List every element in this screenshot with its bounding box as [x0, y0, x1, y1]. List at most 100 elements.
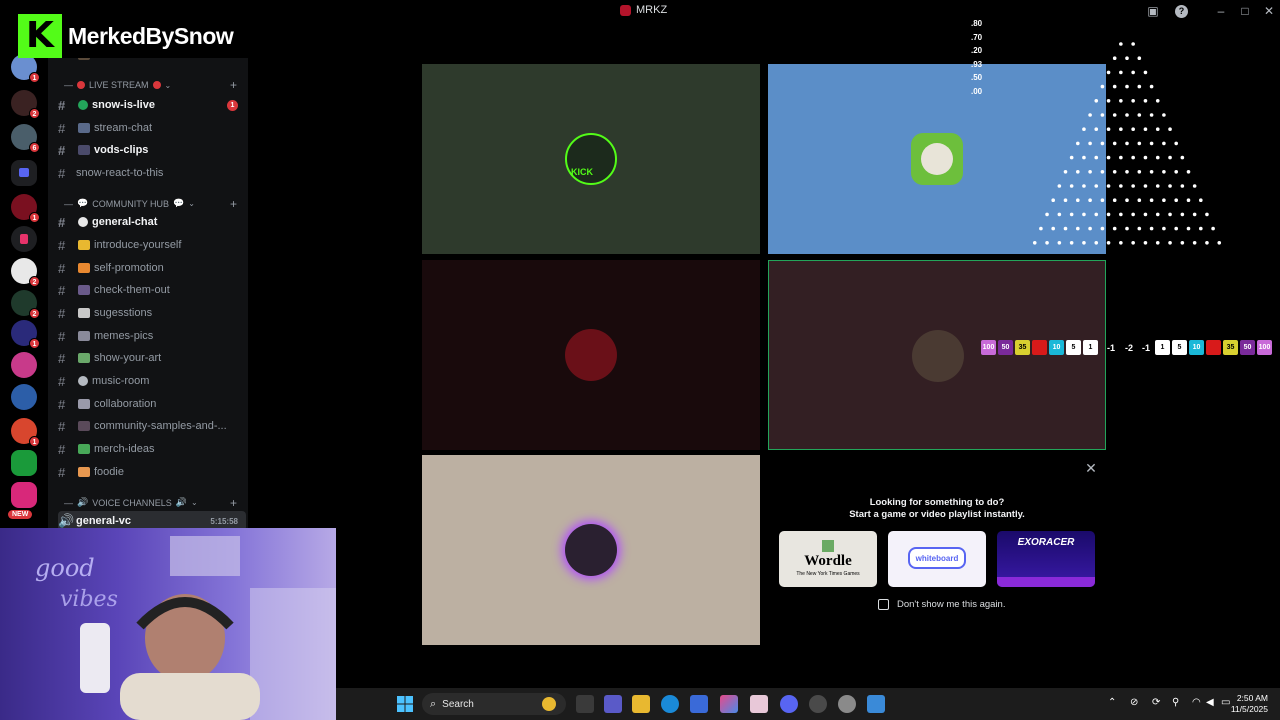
overlay-dot — [1143, 99, 1148, 103]
channel-item[interactable]: # self-promotion — [58, 258, 246, 278]
channel-item[interactable]: # introduce-yourself — [58, 235, 246, 255]
add-channel-icon[interactable]: + — [230, 78, 237, 92]
server-icon[interactable]: 6 — [11, 124, 40, 153]
volume-icon[interactable]: ◀ — [1206, 697, 1214, 708]
maximize-button[interactable]: □ — [1237, 3, 1253, 19]
channel-item[interactable]: # collaboration — [58, 394, 246, 414]
voice-participant-tile[interactable] — [422, 455, 760, 645]
overlay-dot — [1112, 226, 1117, 231]
windows-start-icon[interactable] — [396, 695, 414, 713]
kick-logo-icon: K — [18, 14, 62, 58]
overlay-dot — [1180, 212, 1185, 217]
server-icon[interactable]: 2 — [11, 258, 40, 287]
activity-card-wordle[interactable]: Wordle The New York Times Games — [779, 531, 877, 587]
dont-show-checkbox[interactable]: Don't show me this again. — [878, 599, 1005, 610]
app-icon[interactable] — [750, 695, 768, 713]
overlay-dot — [1131, 155, 1135, 160]
voice-participant-tile-speaking[interactable] — [768, 260, 1106, 450]
webcam-feed: good vibes — [0, 528, 336, 720]
server-icon[interactable]: 1 — [11, 194, 40, 223]
notepad-icon[interactable] — [867, 695, 885, 713]
channel-snow-react-to-this[interactable]: # snow-react-to-this — [58, 163, 246, 183]
channel-item[interactable]: # community-samples-and-... — [58, 416, 246, 436]
overlay-dot — [1180, 184, 1185, 188]
overlay-dot — [1162, 113, 1166, 117]
taskbar-clock[interactable]: 2:50 AM 11/5/2025 — [1231, 693, 1268, 715]
overlay-tick-labels: .80 .70 .20 .93 .50 .00 — [971, 19, 983, 96]
minimize-button[interactable]: – — [1213, 3, 1229, 19]
server-icon[interactable]: 2 — [11, 90, 40, 119]
add-channel-icon[interactable]: + — [230, 197, 237, 211]
overlay-dot — [1168, 241, 1172, 245]
settings-icon[interactable] — [838, 695, 856, 713]
server-icon[interactable] — [11, 352, 37, 378]
overlay-dot — [1205, 212, 1209, 217]
streamer-brand-overlay: K MerkedBySnow — [18, 14, 268, 58]
file-explorer-icon[interactable] — [632, 695, 650, 713]
overlay-dot — [1125, 198, 1129, 202]
category-community-hub[interactable]: — 💬 COMMUNITY HUB 💬 ⌄ + — [64, 197, 237, 211]
overlay-dot — [1112, 141, 1117, 146]
category-live-stream[interactable]: — LIVE STREAM ⌄ + — [64, 78, 237, 92]
network-icon[interactable]: ⊘ — [1130, 697, 1138, 708]
edge-icon[interactable] — [661, 695, 679, 713]
server-icon[interactable]: 2 — [11, 290, 40, 319]
channel-stream-chat[interactable]: # stream-chat — [58, 118, 246, 138]
activity-card-exoracer[interactable]: EXORACER — [997, 531, 1095, 587]
taskbar-search[interactable]: ⌕ Search — [422, 693, 566, 715]
channel-item[interactable]: # general-chat — [58, 212, 246, 232]
overlay-dot — [1106, 70, 1111, 75]
add-channel-icon[interactable]: + — [230, 496, 237, 510]
server-icon[interactable]: 1 — [11, 418, 40, 447]
channel-item[interactable]: # check-them-out — [58, 280, 246, 300]
windows-taskbar: ⌕ Search ⌃ ⊘ ⟳ ⚲ ◠ ◀ ▭ 2:50 AM 11/5/2025 — [336, 688, 1280, 720]
channel-item[interactable]: # sugesstions — [58, 303, 246, 323]
channel-item[interactable]: # show-your-art — [58, 348, 246, 368]
close-window-button[interactable]: ✕ — [1261, 3, 1277, 19]
chevron-up-icon[interactable]: ⌃ — [1108, 697, 1116, 708]
help-icon[interactable]: ? — [1175, 5, 1188, 18]
server-icon[interactable] — [11, 226, 37, 252]
sync-icon[interactable]: ⟳ — [1152, 697, 1160, 708]
channel-item[interactable]: # merch-ideas — [58, 439, 246, 459]
folder-icon[interactable] — [11, 160, 37, 186]
overlay-dot — [1137, 56, 1142, 60]
voice-participant-tile[interactable]: KICK — [422, 64, 760, 254]
inbox-icon[interactable]: ▣ — [1145, 3, 1161, 19]
overlay-dot — [1119, 127, 1123, 131]
category-voice-channels[interactable]: — 🔊 VOICE CHANNELS 🔊 ⌄ + — [64, 496, 237, 510]
overlay-dot — [1143, 127, 1148, 131]
overlay-dot — [1137, 226, 1142, 231]
overlay-dot — [1186, 198, 1191, 202]
copilot-icon[interactable] — [720, 695, 738, 713]
mic-icon[interactable]: ⚲ — [1172, 697, 1179, 708]
server-icon[interactable]: 1 — [11, 320, 40, 349]
channel-vods-clips[interactable]: # vods-clips — [58, 140, 246, 160]
overlay-dot — [1192, 241, 1197, 245]
channel-item[interactable]: # memes-pics — [58, 326, 246, 346]
overlay-dot — [1125, 141, 1129, 146]
checkbox[interactable] — [878, 599, 889, 610]
store-icon[interactable] — [690, 695, 708, 713]
task-view-icon[interactable] — [576, 695, 594, 713]
server-icon[interactable] — [11, 384, 37, 410]
overlay-dot — [1168, 184, 1172, 188]
channel-snow-is-live[interactable]: # snow-is-live 1 — [58, 95, 246, 115]
channel-item[interactable]: # foodie — [58, 462, 246, 482]
server-icon[interactable] — [11, 482, 37, 508]
voice-participant-tile[interactable] — [768, 64, 1106, 254]
overlay-dot — [1192, 212, 1197, 217]
channel-item[interactable]: # music-room — [58, 371, 246, 391]
server-icon[interactable] — [11, 450, 37, 476]
new-badge: NEW — [8, 510, 33, 519]
wifi-icon[interactable]: ◠ — [1192, 697, 1201, 708]
overlay-dot — [1149, 198, 1154, 202]
voice-participant-tile[interactable] — [422, 260, 760, 450]
discord-icon[interactable] — [780, 695, 798, 713]
teams-icon[interactable] — [604, 695, 622, 713]
close-icon[interactable]: ✕ — [1084, 461, 1098, 475]
battery-icon[interactable]: ▭ — [1221, 697, 1230, 708]
obs-icon[interactable] — [809, 695, 827, 713]
activity-card-whiteboard[interactable]: whiteboard — [888, 531, 986, 587]
overlay-dot — [1106, 212, 1111, 217]
